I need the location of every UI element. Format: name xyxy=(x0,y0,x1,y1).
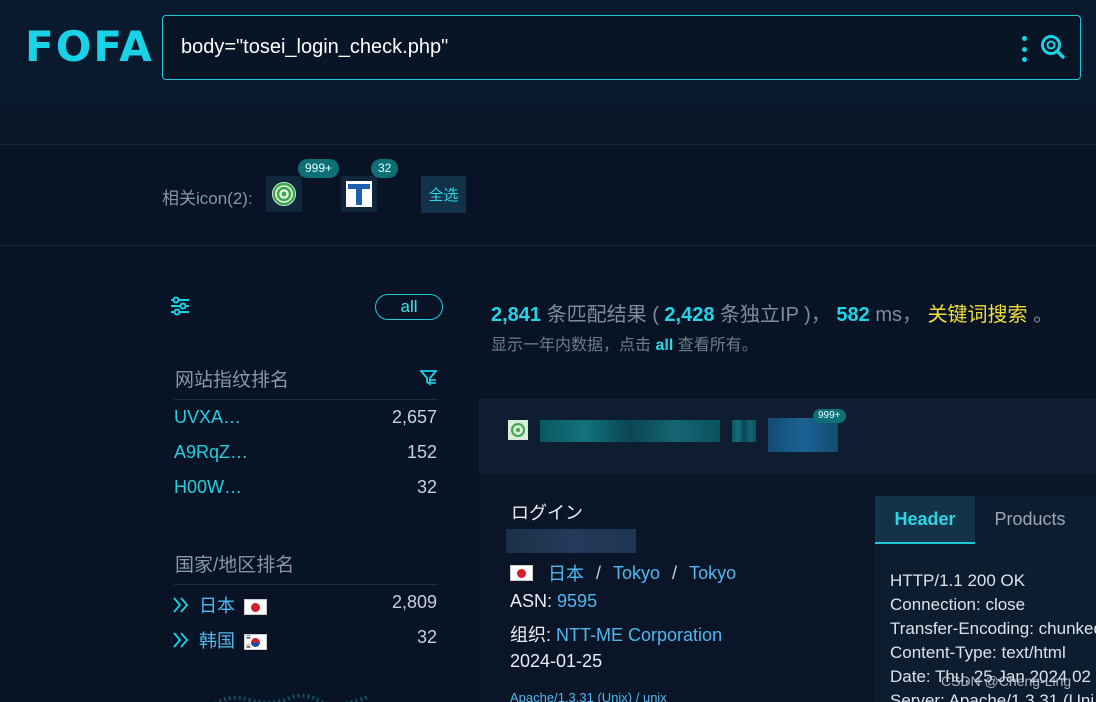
separator: / xyxy=(672,562,678,583)
country-count: 32 xyxy=(416,627,437,647)
kebab-menu-icon[interactable] xyxy=(1020,36,1028,62)
related-icon-green[interactable] xyxy=(266,176,302,212)
watermark: CSDN @Cheng-Ling xyxy=(941,673,1072,689)
separator: / xyxy=(596,562,602,583)
host-badge: 999+ xyxy=(813,409,846,423)
show-all-link[interactable]: all xyxy=(655,337,673,354)
double-chevron-icon xyxy=(173,597,189,613)
top-bar: FOFA body="tosei_login_check.php" xyxy=(0,0,1096,106)
query-time-label: ms， xyxy=(875,304,922,326)
favicon-icon xyxy=(508,420,528,440)
country-item-korea[interactable]: 韩国 xyxy=(172,627,267,653)
region-link[interactable]: Tokyo xyxy=(613,563,660,584)
note-suffix: 查看所有。 xyxy=(677,337,758,354)
org-link[interactable]: NTT-ME Corporation xyxy=(556,625,722,645)
japan-flag-icon xyxy=(510,565,533,581)
unique-ip-count: 2,428 xyxy=(664,304,715,326)
org-line: 组织: NTT-ME Corporation xyxy=(510,621,722,647)
fofa-logo[interactable]: FOFA xyxy=(25,20,154,72)
fingerprint-rank-title: 网站指纹排名 xyxy=(175,370,290,391)
fingerprint-item[interactable]: A9RqZ… xyxy=(174,442,248,463)
result-title: ログイン xyxy=(511,503,583,523)
filter-settings-icon[interactable] xyxy=(170,296,190,316)
search-icon[interactable] xyxy=(1040,34,1066,60)
header-line: Transfer-Encoding: chunked xyxy=(890,619,1096,638)
icon-count-badge: 999+ xyxy=(298,159,340,178)
redacted-host[interactable] xyxy=(540,420,720,442)
fingerprint-count: 152 xyxy=(406,442,437,462)
related-icon-t[interactable] xyxy=(341,176,377,212)
result-date: 2024-01-25 xyxy=(510,651,603,671)
japan-flag-icon xyxy=(244,599,267,615)
world-map-icon xyxy=(214,693,371,702)
tab-header[interactable]: Header xyxy=(875,496,975,544)
redacted-port xyxy=(732,420,756,442)
period: 。 xyxy=(1033,304,1054,326)
country-name: 日本 xyxy=(199,596,235,616)
date-range-note: 显示一年内数据，点击 all 查看所有。 xyxy=(491,331,758,355)
product-tags[interactable]: Apache/1.3.31 (Unix) / unix xyxy=(510,690,667,702)
country-name: 韩国 xyxy=(199,631,235,651)
filter-band xyxy=(0,106,1096,144)
asn-link[interactable]: 9595 xyxy=(557,591,597,611)
divider xyxy=(174,584,438,585)
search-query[interactable]: body="tosei_login_check.php" xyxy=(181,36,448,59)
country-item-japan[interactable]: 日本 xyxy=(172,592,267,618)
unique-ip-label: 条独立IP xyxy=(720,304,799,326)
fingerprint-item[interactable]: H00W… xyxy=(174,477,242,498)
header-line: Connection: close xyxy=(890,595,1026,614)
result-count: 2,841 xyxy=(491,304,542,326)
keyword-search-link[interactable]: 关键词搜索 xyxy=(928,304,1028,326)
related-icons-label: 相关icon(2): xyxy=(162,189,253,208)
all-toggle[interactable]: all xyxy=(375,294,443,320)
redacted-domain[interactable] xyxy=(506,529,636,553)
funnel-filter-icon[interactable] xyxy=(420,369,437,386)
logo-text: FOFA xyxy=(25,21,154,71)
divider xyxy=(0,144,1096,145)
open-paren: ( xyxy=(652,304,659,326)
header-line: HTTP/1.1 200 OK xyxy=(890,571,1026,590)
green-circle-icon xyxy=(272,182,296,206)
result-location: 日本 / Tokyo / Tokyo xyxy=(510,560,736,586)
country-count: 2,809 xyxy=(391,592,437,612)
fingerprint-count: 2,657 xyxy=(391,407,437,427)
tab-products[interactable]: Products xyxy=(975,496,1085,544)
country-rank-title: 国家/地区排名 xyxy=(175,555,295,576)
header-line: Server: Apache/1.3.31 (Uni xyxy=(890,691,1095,702)
result-count-label: 条匹配结果 xyxy=(546,304,647,326)
result-summary: 2,841 条匹配结果 ( 2,428 条独立IP )， 582 ms， 关键词… xyxy=(491,298,1053,327)
asn-label: ASN: xyxy=(510,591,553,611)
note-prefix: 显示一年内数据，点击 xyxy=(491,337,652,354)
divider xyxy=(0,245,1096,246)
fingerprint-item[interactable]: UVXA… xyxy=(174,407,241,428)
redacted-ip[interactable] xyxy=(768,418,838,452)
header-line: Content-Type: text/html xyxy=(890,643,1066,662)
double-chevron-icon xyxy=(173,632,189,648)
icon-count-badge: 32 xyxy=(371,159,399,178)
search-input[interactable]: body="tosei_login_check.php" xyxy=(162,15,1081,80)
query-time: 582 xyxy=(836,304,870,326)
result-card-header: 999+ xyxy=(479,399,1096,474)
asn-line: ASN: 9595 xyxy=(510,591,597,612)
korea-flag-icon xyxy=(244,633,267,651)
divider xyxy=(174,399,438,400)
close-paren: )， xyxy=(804,304,831,326)
org-label: 组织: xyxy=(510,625,552,645)
country-link[interactable]: 日本 xyxy=(548,560,584,586)
city-link[interactable]: Tokyo xyxy=(689,563,736,584)
fingerprint-count: 32 xyxy=(416,477,437,497)
t-letter-icon xyxy=(346,181,372,207)
select-all-button[interactable]: 全选 xyxy=(421,176,466,213)
